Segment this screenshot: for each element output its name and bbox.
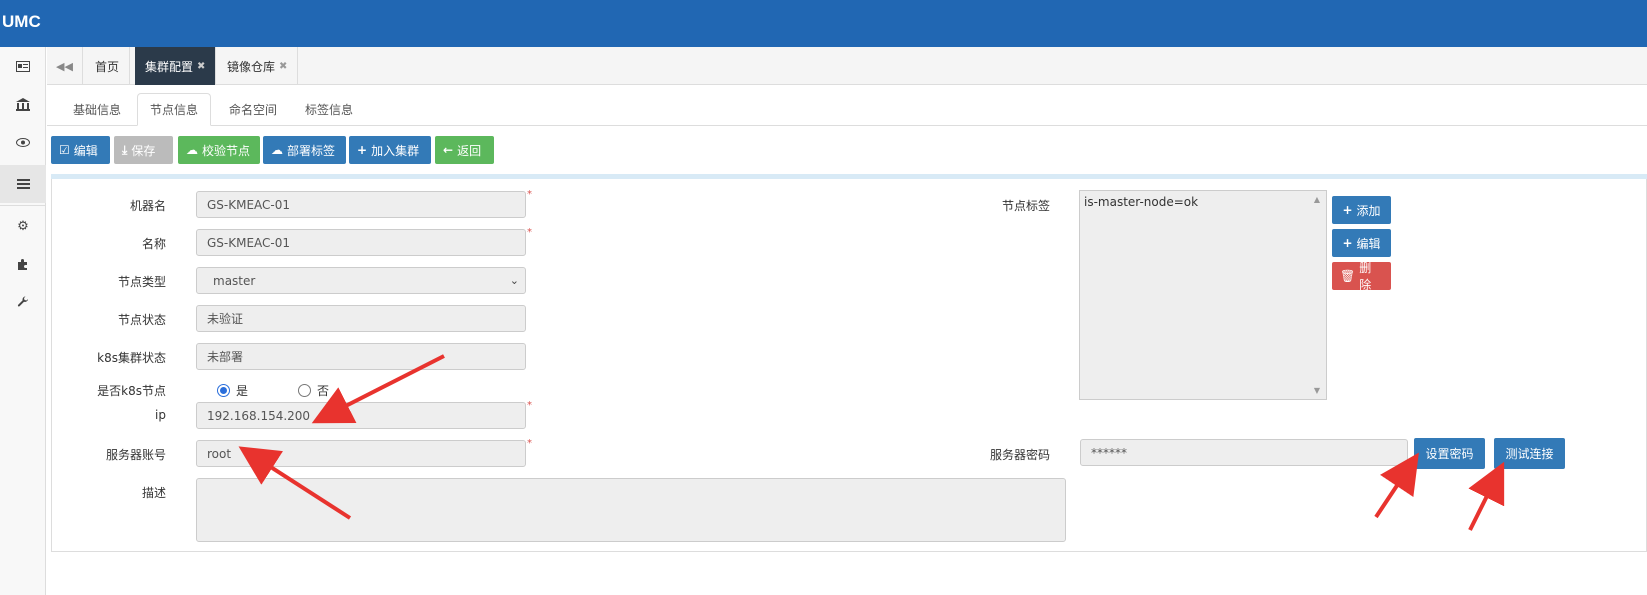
arrow-to-test-connection <box>1468 461 1505 531</box>
arrow-to-ip <box>311 354 445 424</box>
annotation-arrows <box>238 354 1505 531</box>
arrow-to-set-password <box>1374 452 1419 519</box>
arrow-to-account <box>238 446 352 520</box>
